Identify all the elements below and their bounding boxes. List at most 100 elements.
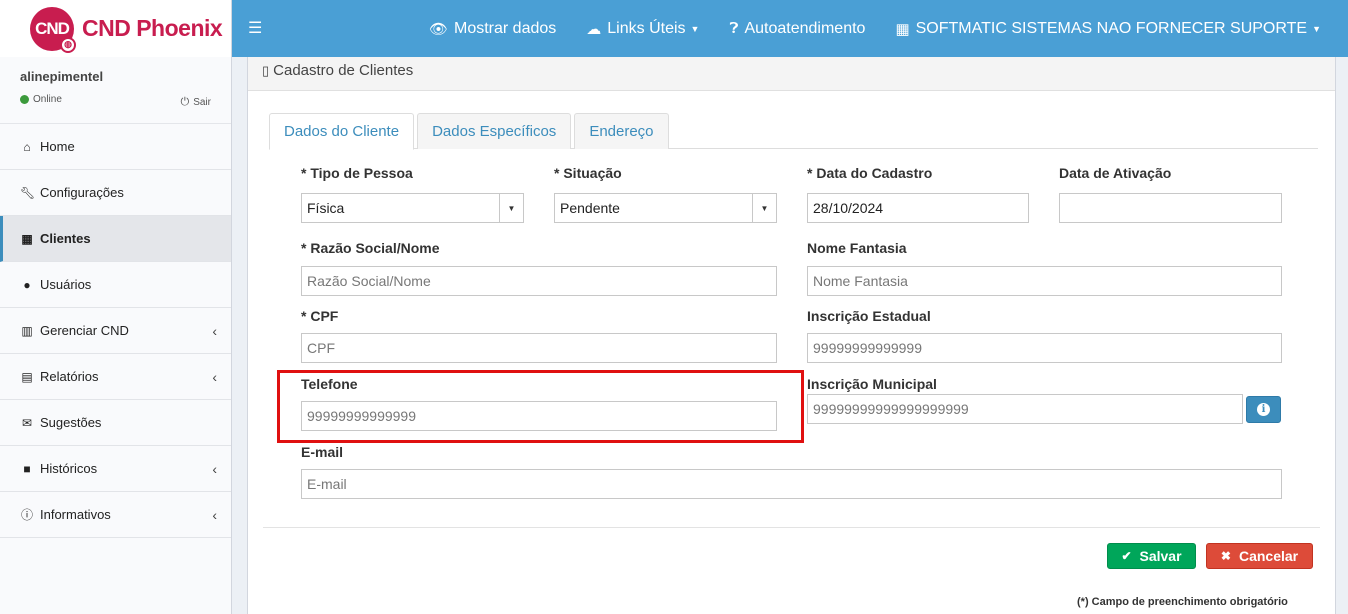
sidebar-menu: ⌂ Home 🔧︎ Configurações ▦ Clientes ● Usuário… (0, 124, 231, 538)
logo-badge: CND ◍ (30, 6, 76, 53)
logout-label: Sair (193, 97, 211, 108)
sidebar-item-gerenciar-cnd[interactable]: ▥ Gerenciar CND ‹ (0, 308, 231, 354)
inscricao-municipal-info-button[interactable]: i (1246, 396, 1281, 423)
cpf-input[interactable]: CPF (301, 333, 777, 363)
question-circle-icon: ❓︎ (729, 20, 739, 37)
data-ativacao-label: Data de Ativação (1059, 165, 1172, 181)
tipo-pessoa-select[interactable]: Física ▼ (301, 193, 524, 223)
cancel-label: Cancelar (1238, 548, 1299, 564)
user-icon: ● (23, 277, 31, 292)
data-ativacao-input[interactable] (1059, 193, 1282, 223)
self-service-link[interactable]: ❓︎ Autoatendimento (729, 20, 865, 38)
razao-social-label: * Razão Social/Nome (301, 240, 440, 256)
dropdown-arrow-icon: ▼ (499, 194, 523, 222)
chevron-left-icon: ‹ (212, 460, 217, 477)
building-icon: ▦ (895, 20, 910, 38)
calendar-icon: ▥ (21, 323, 33, 338)
tipo-pessoa-value: Física (307, 200, 345, 216)
divider (263, 527, 1320, 528)
save-button[interactable]: ✔ Salvar (1107, 543, 1196, 569)
sidebar-item-usuarios[interactable]: ● Usuários (0, 262, 231, 308)
sidebar-item-clientes[interactable]: ▦ Clientes (0, 216, 231, 262)
situacao-label: * Situação (554, 165, 622, 181)
sidebar-item-label: Clientes (40, 231, 91, 246)
show-data-label: Mostrar dados (454, 19, 557, 37)
sidebar-item-label: Configurações (40, 185, 124, 200)
tipo-pessoa-label: * Tipo de Pessoa (301, 165, 413, 181)
sidebar-item-label: Sugestões (40, 415, 102, 430)
company-label: SOFTMATIC SISTEMAS NAO FORNECER SUPORTE (915, 19, 1308, 37)
dropdown-arrow-icon: ▼ (752, 194, 776, 222)
data-cadastro-input[interactable]: 28/10/2024 (807, 193, 1029, 223)
cpf-label: * CPF (301, 308, 339, 324)
inscricao-municipal-label: Inscrição Municipal (807, 376, 937, 392)
sidebar-item-label: Históricos (40, 461, 98, 476)
app-logo[interactable]: CND ◍ CND Phoenix (0, 0, 231, 57)
tab-dados-do-cliente[interactable]: Dados do Cliente (269, 113, 415, 150)
sidebar-item-label: Home (40, 139, 75, 154)
eye-icon: 👁︎ (428, 20, 448, 38)
tab-bar: Dados do Cliente Dados Específicos Ender… (269, 113, 1318, 150)
user-panel: alinepimentel Online ⏻ Sair (0, 57, 231, 124)
check-icon: ✔ (1121, 549, 1132, 563)
info-icon: i (1257, 403, 1270, 416)
useful-links-dropdown[interactable]: ☁ Links Úteis ▼ (586, 20, 699, 38)
chevron-left-icon: ‹ (212, 368, 217, 385)
sidebar: CND ◍ CND Phoenix alinepimentel Online ⏻ … (0, 0, 232, 614)
top-navbar: ☰ 👁︎ Mostrar dados ☁ Links Úteis ▼ ❓︎ Autoat… (232, 0, 1348, 57)
data-cadastro-label: * Data do Cadastro (807, 165, 933, 181)
situacao-value: Pendente (560, 200, 620, 216)
sidebar-item-label: Gerenciar CND (40, 323, 129, 338)
home-icon: ⌂ (23, 139, 31, 154)
cancel-button[interactable]: ✖ Cancelar (1206, 543, 1313, 569)
inscricao-estadual-input[interactable]: 99999999999999 (807, 333, 1282, 363)
page-title: Cadastro de Clientes (273, 62, 414, 79)
sidebar-item-label: Informativos (40, 507, 111, 522)
situacao-select[interactable]: Pendente ▼ (554, 193, 777, 223)
self-service-label: Autoatendimento (744, 19, 866, 37)
chevron-left-icon: ‹ (212, 322, 217, 339)
info-circle-icon: ⓘ (20, 508, 33, 522)
razao-social-input[interactable]: Razão Social/Nome (301, 266, 777, 296)
user-status-label: Online (33, 94, 62, 105)
useful-links-label: Links Úteis (607, 19, 686, 37)
top-nav: 👁︎ Mostrar dados ☁ Links Úteis ▼ ❓︎ Autoaten… (399, 0, 1321, 57)
email-label: E-mail (301, 444, 344, 460)
hamburger-menu-icon[interactable]: ☰ (248, 18, 262, 38)
logout-button[interactable]: ⏻ Sair (181, 96, 212, 109)
show-data-link[interactable]: 👁︎ Mostrar dados (429, 20, 556, 38)
company-dropdown[interactable]: ▦ SOFTMATIC SISTEMAS NAO FORNECER SUPORTE… (895, 20, 1321, 38)
building-icon: ▯ (262, 63, 270, 78)
inscricao-municipal-input[interactable]: 99999999999999999999 (807, 394, 1243, 424)
cloud-icon: ☁ (586, 20, 602, 38)
inscricao-estadual-label: Inscrição Estadual (807, 308, 931, 324)
archive-icon: ■ (23, 461, 31, 476)
sidebar-item-home[interactable]: ⌂ Home (0, 124, 231, 170)
sidebar-item-configuracoes[interactable]: 🔧︎ Configurações (0, 170, 231, 216)
logo-text: CND Phoenix (82, 15, 223, 41)
building-icon: ▦ (21, 231, 33, 246)
sidebar-item-label: Usuários (40, 277, 92, 292)
caret-down-icon: ▼ (1312, 23, 1321, 34)
tab-endereco[interactable]: Endereço (574, 113, 669, 149)
sidebar-item-label: Relatórios (40, 369, 99, 384)
sidebar-item-informativos[interactable]: ⓘ Informativos ‹ (0, 492, 231, 538)
sidebar-item-relatorios[interactable]: ▤ Relatórios ‹ (0, 354, 231, 400)
required-footnote: (*) Campo de preenchimento obrigatório (1077, 596, 1288, 608)
close-icon: ✖ (1220, 549, 1231, 563)
sidebar-item-historicos[interactable]: ■ Históricos ‹ (0, 446, 231, 492)
sidebar-item-sugestoes[interactable]: ✉ Sugestões (0, 400, 231, 446)
file-text-icon: ▤ (21, 369, 33, 384)
comments-icon: ✉ (21, 415, 33, 430)
user-name: alinepimentel (20, 69, 104, 84)
power-icon: ⏻ (180, 96, 190, 108)
caret-down-icon: ▼ (690, 23, 700, 34)
nome-fantasia-label: Nome Fantasia (807, 240, 907, 256)
online-dot-icon (20, 95, 29, 104)
email-input[interactable]: E-mail (301, 469, 1282, 499)
save-label: Salvar (1139, 548, 1182, 564)
nome-fantasia-input[interactable]: Nome Fantasia (807, 266, 1282, 296)
highlight-box (277, 370, 804, 443)
tab-dados-especificos[interactable]: Dados Específicos (417, 113, 572, 149)
wrench-icon: 🔧︎ (20, 185, 36, 200)
